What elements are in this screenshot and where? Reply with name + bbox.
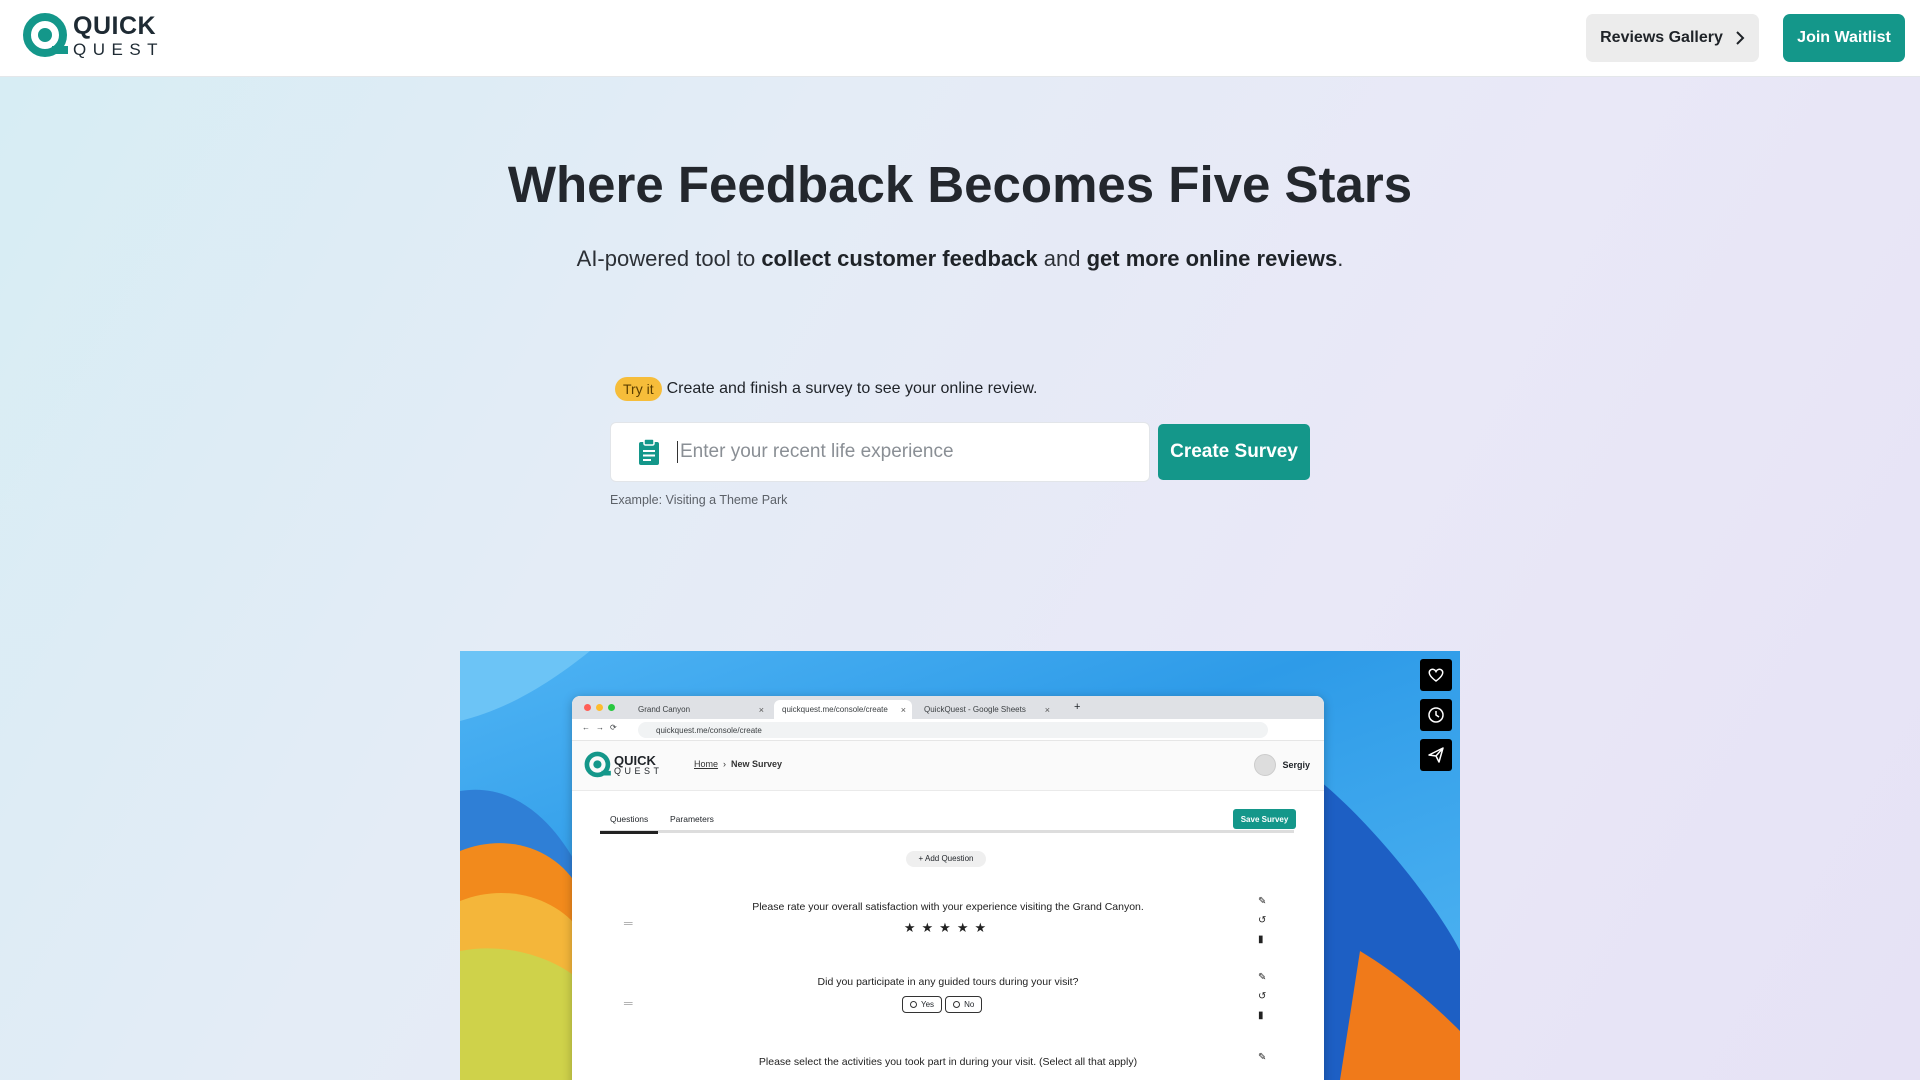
app-header: QUICK QUEST Home › New Survey Sergiy — [572, 741, 1324, 791]
yes-no-options: Yes No — [902, 996, 983, 1013]
join-waitlist-button[interactable]: Join Waitlist — [1783, 14, 1905, 62]
create-survey-button[interactable]: Create Survey — [1158, 424, 1310, 480]
radio-icon — [953, 1001, 961, 1008]
avatar — [1254, 754, 1277, 776]
hero-subtitle-bold-2: get more online reviews — [1086, 246, 1338, 271]
app-logo[interactable]: QUICK QUEST — [584, 751, 663, 779]
save-survey-button[interactable]: Save Survey — [1233, 809, 1296, 829]
clipboard-icon — [639, 438, 659, 465]
question-text: Please select the activities you took pa… — [758, 1056, 1138, 1068]
try-it-badge: Try it — [615, 377, 662, 401]
edit-icon[interactable]: ✎ — [1258, 1048, 1266, 1067]
quickquest-logo[interactable]: QUICK QUEST — [22, 12, 164, 60]
close-icon[interactable]: × — [901, 705, 906, 715]
clock-icon — [1428, 707, 1444, 723]
tab-questions[interactable]: Questions — [600, 814, 659, 834]
logo-q-icon — [23, 13, 68, 57]
url-text: quickquest.me/console/create — [656, 725, 762, 735]
close-icon[interactable]: × — [759, 705, 764, 715]
browser-tab-bar: Grand Canyon × quickquest.me/console/crea… — [572, 696, 1324, 719]
browser-tab-label: quickquest.me/console/create — [782, 705, 888, 714]
logo-word-quest: QUEST — [73, 40, 165, 59]
experience-input-box[interactable] — [610, 422, 1150, 482]
trash-icon[interactable]: ▮ — [1258, 930, 1266, 949]
input-example-hint: Example: Visiting a Theme Park — [610, 493, 788, 507]
browser-tab-label: Grand Canyon — [638, 705, 691, 714]
user-menu[interactable]: Sergiy — [1254, 754, 1310, 776]
question-tools: ✎ ↺ ▮ — [1258, 892, 1266, 949]
question-text: Did you participate in any guided tours … — [817, 976, 1079, 988]
minimize-dot[interactable] — [596, 704, 603, 711]
edit-icon[interactable]: ✎ — [1258, 892, 1266, 911]
breadcrumb: Home › New Survey — [694, 759, 782, 769]
star-rating[interactable]: ★★★★★ — [572, 920, 1324, 936]
option-yes-label: Yes — [921, 1000, 935, 1009]
hero-subtitle-text-2: and — [1037, 246, 1087, 271]
send-icon — [1428, 747, 1444, 763]
breadcrumb-current: New Survey — [731, 759, 783, 769]
add-question-button[interactable]: + Add Question — [906, 851, 986, 867]
try-it-row: Try it Create and finish a survey to see… — [615, 377, 1037, 401]
logo-wordmark: QUICK QUEST — [73, 12, 165, 59]
question-text: Please rate your overall satisfaction wi… — [752, 901, 1144, 913]
undo-icon[interactable]: ↺ — [1258, 911, 1266, 930]
browser-tab-sheets[interactable]: QuickQuest - Google Sheets × — [916, 700, 1056, 719]
browser-tab-grand-canyon[interactable]: Grand Canyon × — [630, 700, 770, 719]
breadcrumb-separator: › — [720, 759, 732, 769]
option-yes[interactable]: Yes — [902, 996, 943, 1013]
logo-word-quick: QUICK — [73, 12, 157, 40]
new-tab-icon[interactable]: + — [1074, 701, 1080, 713]
question-tools: ✎ ↺ ▮ — [1258, 968, 1266, 1025]
browser-tab-label: QuickQuest - Google Sheets — [924, 705, 1026, 714]
hero-subtitle-text-3: . — [1337, 246, 1344, 271]
question-tools: ✎ — [1258, 1048, 1266, 1067]
reviews-gallery-label: Reviews Gallery — [1600, 29, 1723, 46]
logo-q-icon — [584, 751, 611, 778]
undo-icon[interactable]: ↺ — [1258, 987, 1266, 1006]
demo-video[interactable]: Grand Canyon × quickquest.me/console/crea… — [460, 651, 1460, 1080]
like-button[interactable] — [1420, 659, 1452, 691]
close-icon[interactable]: × — [1045, 705, 1050, 715]
user-name: Sergiy — [1282, 760, 1310, 770]
close-dot[interactable] — [584, 704, 591, 711]
hero-subtitle: AI-powered tool to collect customer feed… — [0, 246, 1920, 272]
breadcrumb-home[interactable]: Home — [694, 759, 718, 769]
top-nav: QUICK QUEST Reviews Gallery Join Waitlis… — [0, 0, 1920, 77]
browser-tab-create[interactable]: quickquest.me/console/create × — [774, 700, 912, 719]
hero-subtitle-bold-1: collect customer feedback — [761, 246, 1038, 271]
window-controls — [584, 704, 615, 711]
nav-arrows-icon[interactable]: ←→⟳ — [582, 723, 623, 732]
edit-icon[interactable]: ✎ — [1258, 968, 1266, 987]
try-it-text: Create and finish a survey to see your o… — [666, 380, 1038, 397]
watch-later-button[interactable] — [1420, 699, 1452, 731]
chevron-right-icon — [1736, 31, 1745, 45]
url-field[interactable]: quickquest.me/console/create — [638, 722, 1268, 738]
survey-tabs: Questions Parameters — [600, 809, 1294, 834]
maximize-dot[interactable] — [608, 704, 615, 711]
hero-subtitle-text-1: AI-powered tool to — [576, 246, 762, 271]
trash-icon[interactable]: ▮ — [1258, 1006, 1266, 1025]
option-no-label: No — [964, 1000, 975, 1009]
demo-browser-window: Grand Canyon × quickquest.me/console/crea… — [572, 696, 1324, 1080]
share-button[interactable] — [1420, 739, 1452, 771]
heart-icon — [1428, 668, 1444, 682]
radio-icon — [910, 1001, 917, 1008]
experience-input[interactable] — [677, 441, 1117, 463]
browser-address-bar: ←→⟳ quickquest.me/console/create — [572, 719, 1324, 741]
app-logo-word-quest: QUEST — [614, 766, 663, 776]
drag-handle-icon[interactable]: ═ — [624, 996, 633, 1010]
reviews-gallery-button[interactable]: Reviews Gallery — [1586, 14, 1759, 62]
tab-parameters[interactable]: Parameters — [670, 814, 714, 824]
option-no[interactable]: No — [945, 996, 983, 1013]
hero-title: Where Feedback Becomes Five Stars — [507, 156, 1413, 213]
